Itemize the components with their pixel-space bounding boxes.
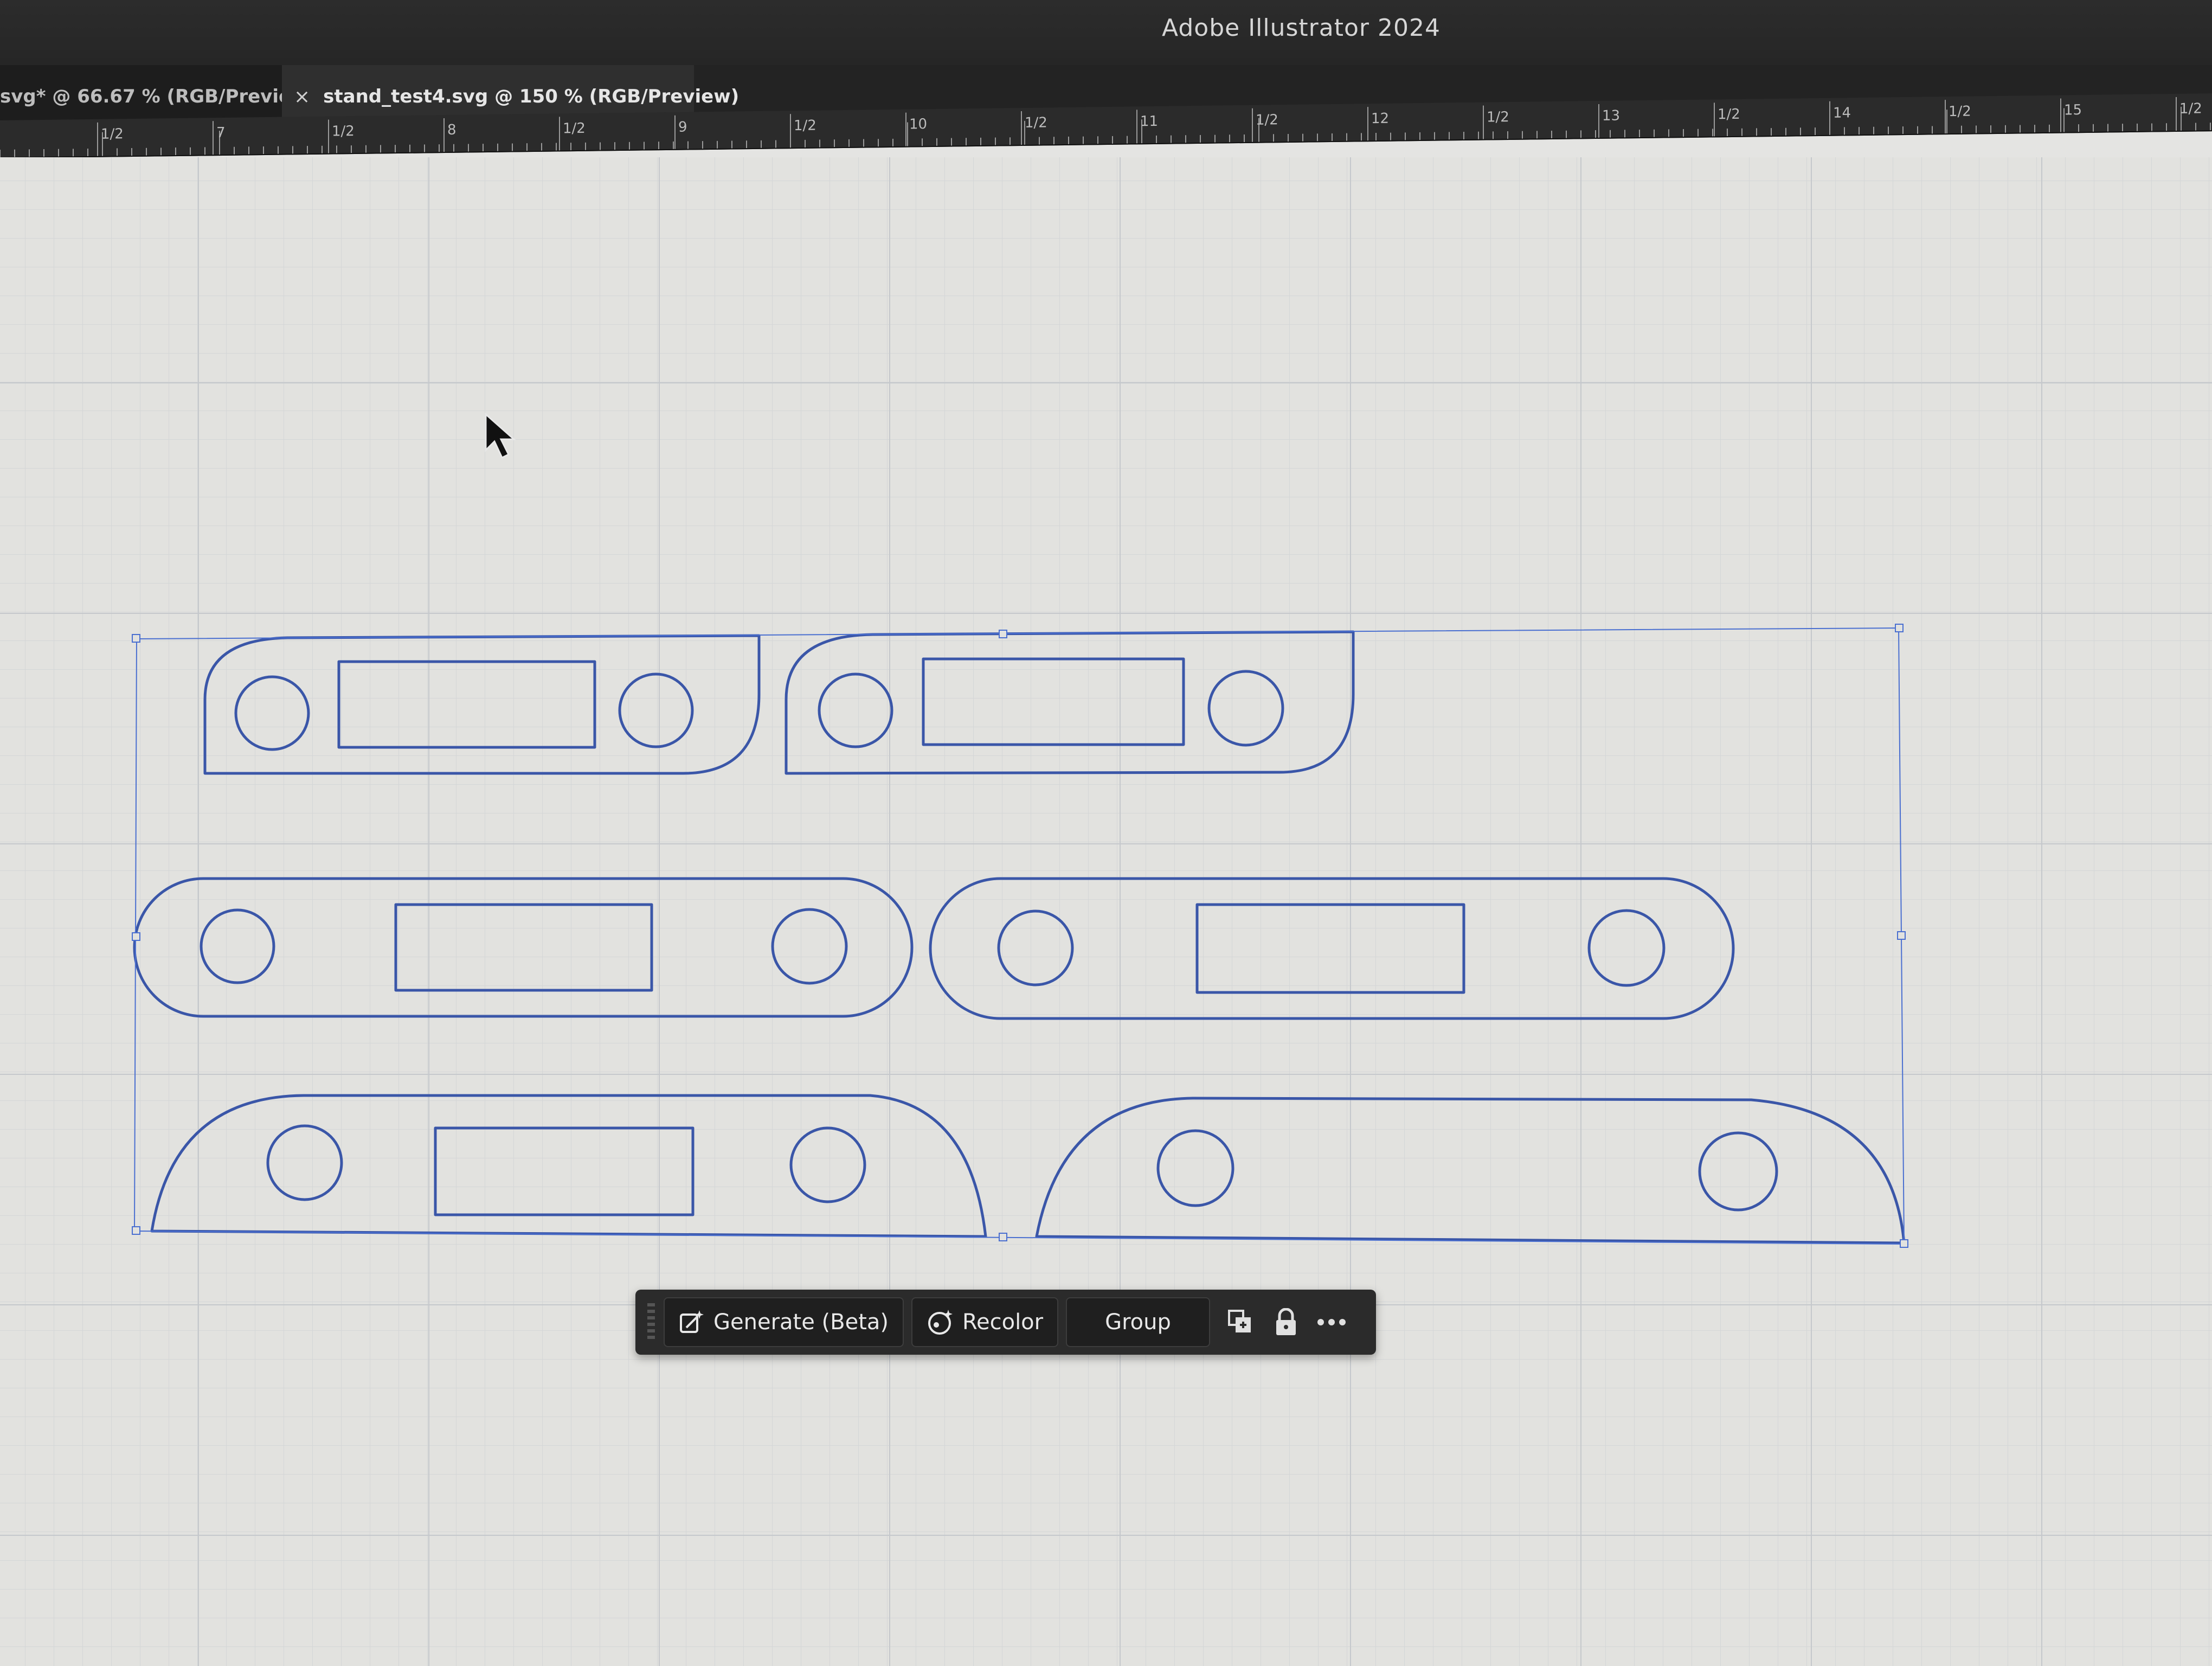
ruler-label: 1/2	[563, 120, 586, 137]
ruler-label: 7	[216, 125, 226, 141]
ruler-label: 15	[2064, 102, 2082, 118]
slot-rect	[434, 1126, 695, 1216]
generate-icon	[679, 1309, 705, 1335]
ruler-label: 12	[1371, 111, 1389, 127]
hole-circle	[200, 908, 275, 984]
ruler-label: 1/2	[1718, 106, 1740, 123]
ruler-label: 10	[909, 116, 927, 132]
hole-circle	[818, 672, 893, 748]
ruler-label: 9	[678, 119, 687, 136]
recolor-button[interactable]: Recolor	[911, 1297, 1059, 1347]
stand-pieces-artwork[interactable]	[0, 157, 2212, 1666]
selection-handle	[1900, 1239, 1908, 1248]
slot-rect	[337, 660, 596, 749]
ruler-label: 1/2	[1487, 109, 1509, 126]
selection-handle	[1897, 931, 1906, 940]
hole-circle	[1156, 1129, 1234, 1207]
recolor-label: Recolor	[962, 1310, 1044, 1335]
hole-circle	[1698, 1131, 1778, 1212]
arrange-icon[interactable]	[1218, 1297, 1263, 1347]
hole-circle	[789, 1126, 866, 1203]
selection-bounding-box	[132, 624, 1908, 1248]
drag-handle[interactable]	[647, 1303, 655, 1341]
app-title: Adobe Illustrator 2024	[1162, 14, 1441, 42]
slot-rect	[394, 903, 653, 992]
selection-handle	[1895, 624, 1904, 632]
ruler-label: 11	[1140, 113, 1158, 130]
recolor-icon	[927, 1309, 954, 1336]
selection-handle	[999, 630, 1007, 638]
piece-bottom-right	[1035, 1097, 1906, 1245]
hole-circle	[771, 908, 848, 985]
ruler-label: 14	[1833, 105, 1851, 121]
group-label: Group	[1105, 1310, 1171, 1335]
piece-top-left	[203, 634, 761, 775]
piece-top-right	[785, 630, 1355, 775]
ruler-label: 1/2	[1949, 104, 1971, 120]
ruler-label: 13	[1602, 107, 1620, 124]
close-icon[interactable]: ×	[294, 86, 310, 108]
selection-handle	[132, 634, 140, 643]
piece-middle-left	[133, 877, 914, 1018]
title-bar: Adobe Illustrator 2024	[0, 0, 2212, 66]
tab-label: svg* @ 66.67 % (RGB/Preview)	[0, 86, 317, 107]
ruler-label: 1/2	[1025, 114, 1047, 131]
generate-label: Generate (Beta)	[713, 1310, 889, 1335]
tab-label: stand_test4.svg @ 150 % (RGB/Preview)	[323, 86, 740, 107]
generate-button[interactable]: Generate (Beta)	[664, 1297, 904, 1347]
piece-middle-right	[929, 877, 1735, 1020]
hole-circle	[997, 909, 1074, 986]
selection-handle	[132, 1226, 140, 1235]
hole-circle	[618, 672, 694, 748]
ruler-label: 1/2	[2179, 100, 2202, 117]
lock-icon[interactable]	[1263, 1297, 1309, 1347]
slot-rect	[1195, 903, 1465, 994]
ruler-label: 1/2	[1256, 112, 1278, 129]
selection-handle	[999, 1233, 1007, 1241]
hole-circle	[1207, 670, 1284, 747]
ruler-label: 1/2	[332, 123, 355, 140]
mouse-pointer-icon	[485, 412, 516, 459]
ruler-label: 8	[447, 122, 456, 138]
hole-circle	[266, 1124, 343, 1201]
group-button[interactable]: Group	[1066, 1297, 1210, 1347]
ruler-label: 1/2	[794, 118, 816, 134]
contextual-task-bar: Generate (Beta) Recolor Group	[635, 1290, 1376, 1355]
hole-circle	[1587, 909, 1666, 987]
slot-rect	[922, 657, 1185, 746]
artboard-canvas[interactable]	[0, 157, 2212, 1666]
ruler-label: 1/2	[101, 126, 124, 143]
more-options-icon[interactable]	[1309, 1297, 1354, 1347]
selection-handle	[132, 932, 140, 941]
hole-circle	[234, 675, 310, 751]
